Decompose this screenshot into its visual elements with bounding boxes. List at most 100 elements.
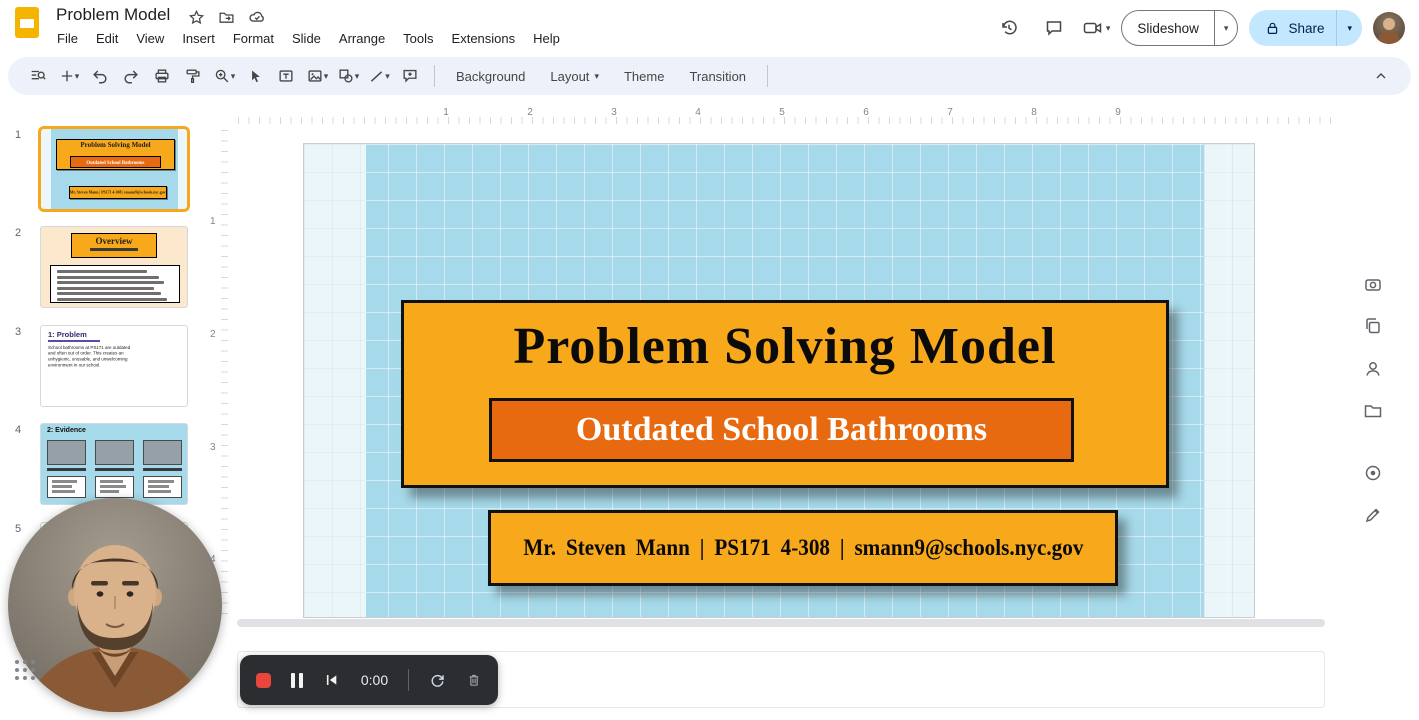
- hide-menus-button[interactable]: [1367, 62, 1395, 90]
- insert-line-button[interactable]: ▾: [365, 62, 393, 90]
- slide-thumbnail-2[interactable]: Overview: [40, 226, 188, 308]
- slide-thumbnail-4[interactable]: 2: Evidence: [40, 423, 188, 505]
- copy-icon[interactable]: [1360, 313, 1386, 339]
- menu-extensions[interactable]: Extensions: [443, 27, 525, 50]
- share-split-button: Share ▾: [1249, 10, 1362, 46]
- comment-icon[interactable]: [1037, 11, 1071, 45]
- slide-side-strip: [304, 144, 366, 617]
- ruler-number: 1: [443, 107, 449, 118]
- pause-record-button[interactable]: [290, 672, 303, 688]
- person-icon[interactable]: [1360, 356, 1386, 382]
- transition-button[interactable]: Transition: [678, 62, 757, 90]
- slide-number: 3: [14, 326, 22, 338]
- ruler-number: 7: [947, 107, 953, 118]
- menu-help[interactable]: Help: [524, 27, 569, 50]
- menu-slide[interactable]: Slide: [283, 27, 330, 50]
- folder-icon[interactable]: [1360, 398, 1386, 424]
- ruler-number: 8: [1031, 107, 1037, 118]
- slide-footer-box[interactable]: Mr. Steven Mann | PS171 4-308 | smann9@s…: [488, 510, 1118, 586]
- slideshow-button[interactable]: Slideshow: [1122, 11, 1214, 45]
- ruler-number: 3: [210, 442, 216, 453]
- ruler-number: 2: [210, 329, 216, 340]
- insert-comment-button[interactable]: [396, 62, 424, 90]
- undo-button[interactable]: [86, 62, 114, 90]
- stop-record-button[interactable]: [256, 672, 271, 688]
- paint-format-button[interactable]: [179, 62, 207, 90]
- toolbar-separator: [434, 65, 435, 87]
- slide-canvas-area[interactable]: Problem Solving Model Outdated School Ba…: [230, 126, 1419, 624]
- drag-handle-icon[interactable]: [15, 660, 35, 680]
- meet-caret-icon: ▾: [1105, 22, 1111, 33]
- slide-number: 2: [14, 227, 22, 239]
- menu-edit[interactable]: Edit: [87, 27, 127, 50]
- ruler-number: 6: [863, 107, 869, 118]
- ruler-number: 5: [779, 107, 785, 118]
- filmstrip-row-4: 4 2: Evidence: [0, 423, 188, 505]
- theme-button[interactable]: Theme: [613, 62, 675, 90]
- cloud-status-icon[interactable]: [248, 8, 266, 26]
- share-button[interactable]: Share: [1249, 10, 1336, 46]
- slide-side-strip: [1204, 144, 1254, 617]
- ruler-number: 1: [210, 216, 216, 227]
- version-history-icon[interactable]: [992, 11, 1026, 45]
- restart-recording-button[interactable]: [429, 672, 446, 689]
- thumb-label-box: [143, 476, 182, 498]
- rewind-button[interactable]: [323, 671, 341, 689]
- thumb-caption-line: [95, 468, 134, 471]
- menus-search-button[interactable]: [24, 62, 52, 90]
- slide-subtitle-box[interactable]: Outdated School Bathrooms: [489, 398, 1074, 462]
- slide-thumbnail-3[interactable]: 1: Problem School bathrooms at PS171 are…: [40, 325, 188, 407]
- recording-time: 0:00: [360, 672, 389, 688]
- slides-logo-icon[interactable]: [15, 7, 39, 38]
- menu-view[interactable]: View: [127, 27, 173, 50]
- thumb-caption-line: [89, 248, 139, 251]
- insert-shape-button[interactable]: ▾: [334, 62, 362, 90]
- text-box-button[interactable]: [272, 62, 300, 90]
- document-title[interactable]: Problem Model: [56, 5, 170, 25]
- ruler-ticks: [221, 130, 228, 616]
- camera-icon[interactable]: [1360, 272, 1386, 298]
- menu-format[interactable]: Format: [224, 27, 283, 50]
- thumb-side-strip: [178, 129, 187, 209]
- thumb-label-box: [95, 476, 134, 498]
- slide-subtitle: Outdated School Bathrooms: [575, 411, 988, 448]
- menu-arrange[interactable]: Arrange: [330, 27, 394, 50]
- move-folder-icon[interactable]: [218, 9, 235, 26]
- meet-button[interactable]: ▾: [1082, 18, 1111, 38]
- slide-title: Problem Solving Model: [513, 318, 1057, 375]
- account-avatar[interactable]: [1373, 12, 1405, 44]
- background-button[interactable]: Background: [445, 62, 536, 90]
- slideshow-options-caret[interactable]: ▾: [1213, 11, 1238, 45]
- star-icon[interactable]: [188, 9, 205, 26]
- horizontal-scrollbar[interactable]: [237, 619, 1325, 627]
- menu-file[interactable]: File: [48, 27, 87, 50]
- pen-icon[interactable]: [1360, 502, 1386, 528]
- menu-insert[interactable]: Insert: [173, 27, 224, 50]
- slide[interactable]: Problem Solving Model Outdated School Ba…: [303, 143, 1255, 618]
- delete-recording-button[interactable]: [466, 672, 482, 688]
- filmstrip-row-1: 1 Problem Solving Model Outdated School …: [0, 126, 190, 212]
- redo-button[interactable]: [117, 62, 145, 90]
- thumb-header-box: Overview: [71, 233, 157, 258]
- recording-toolbar: 0:00: [240, 655, 498, 705]
- slide-thumbnail-1[interactable]: Problem Solving Model Outdated School Ba…: [38, 126, 190, 212]
- slide-title-box[interactable]: Problem Solving Model Outdated School Ba…: [401, 300, 1169, 488]
- target-icon[interactable]: [1360, 460, 1386, 486]
- thumb-title: Overview: [95, 236, 133, 246]
- filmstrip-row-2: 2 Overview: [0, 226, 188, 308]
- webcam-overlay[interactable]: [8, 498, 222, 712]
- print-button[interactable]: [148, 62, 176, 90]
- filmstrip-row-3: 3 1: Problem School bathrooms at PS171 a…: [0, 325, 188, 407]
- select-tool-button[interactable]: [241, 62, 269, 90]
- layout-button[interactable]: Layout ▾: [539, 62, 610, 90]
- new-slide-button[interactable]: ▾: [55, 62, 83, 90]
- thumb-side-strip: [41, 129, 51, 209]
- google-slides-app: Problem Model File Edit View Insert Form…: [0, 0, 1419, 720]
- insert-image-button[interactable]: ▾: [303, 62, 331, 90]
- share-options-caret[interactable]: ▾: [1336, 10, 1362, 46]
- menu-tools[interactable]: Tools: [394, 27, 442, 50]
- ruler-number: 2: [527, 107, 533, 118]
- slide-number: 4: [14, 424, 22, 436]
- ruler-number: 3: [611, 107, 617, 118]
- zoom-button[interactable]: ▾: [210, 62, 238, 90]
